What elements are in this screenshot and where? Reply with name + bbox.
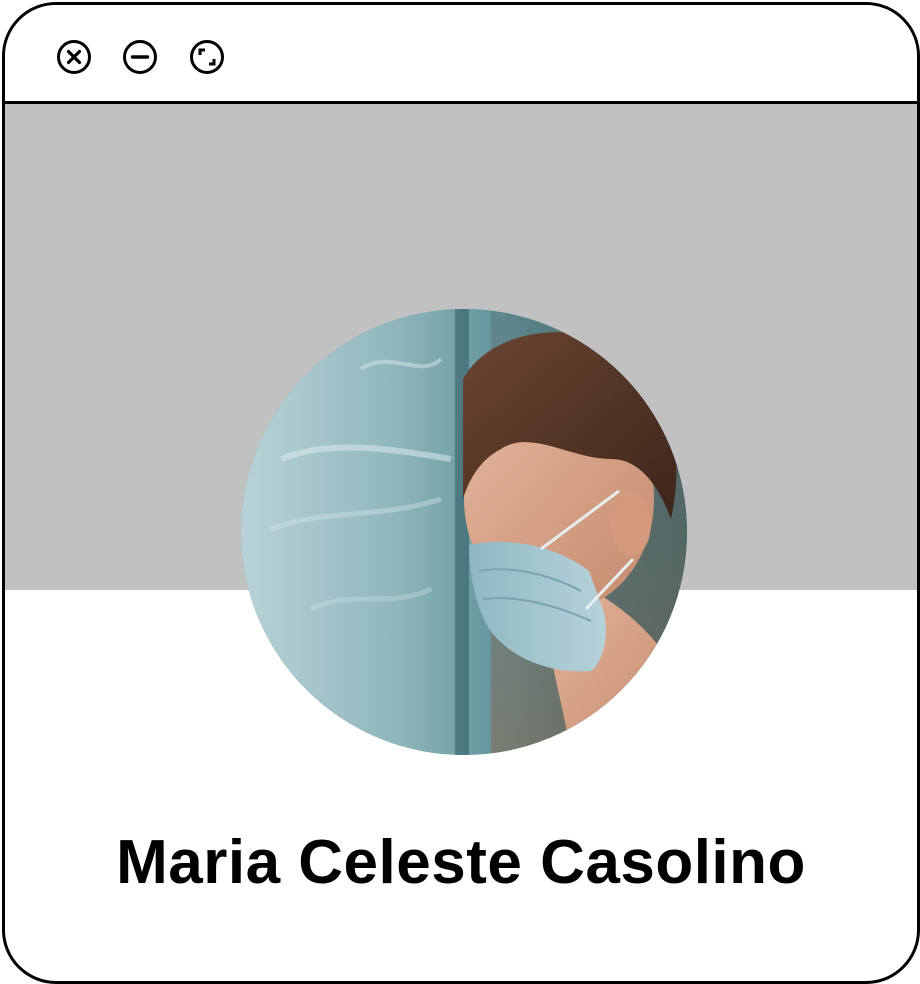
minimize-icon[interactable] <box>122 39 158 75</box>
app-window: Maria Celeste Casolino <box>2 2 920 984</box>
maximize-icon[interactable] <box>189 39 225 75</box>
profile-name: Maria Celeste Casolino <box>116 828 806 897</box>
close-icon[interactable] <box>56 39 92 75</box>
profile-avatar <box>241 309 687 755</box>
window-titlebar <box>5 5 917 104</box>
